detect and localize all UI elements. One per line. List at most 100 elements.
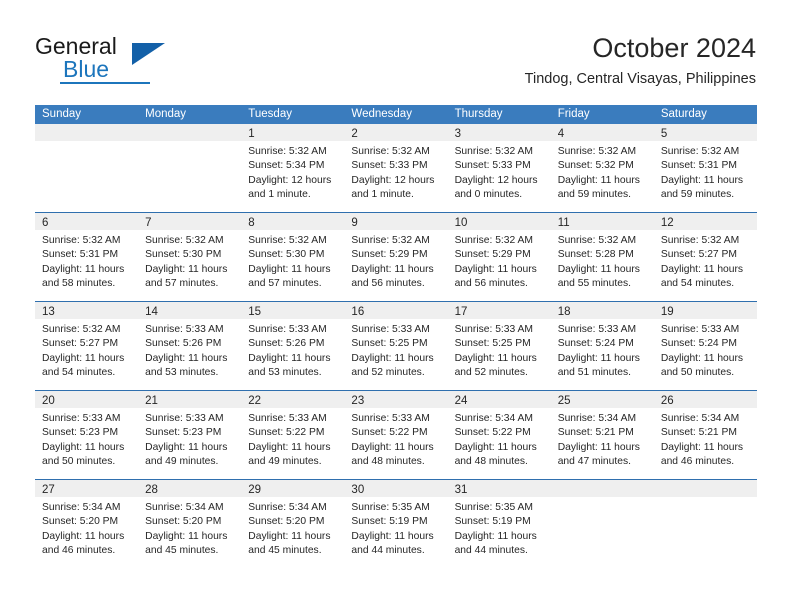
daylight-text-line2: and 56 minutes. [454, 278, 528, 290]
day-cell[interactable]: 25 Sunrise: 5:34 AM Sunset: 5:21 PM Dayligh… [550, 391, 654, 479]
day-number-band: 13 [35, 302, 139, 319]
daylight-text-line2: and 49 minutes. [145, 456, 219, 468]
day-cell[interactable]: 18 Sunrise: 5:33 AM Sunset: 5:24 PM Dayligh… [550, 302, 654, 390]
sunset-text: Sunset: 5:31 PM [660, 160, 737, 172]
daylight-text-line1: Daylight: 11 hours [557, 352, 640, 364]
daylight-text-line1: Daylight: 11 hours [557, 263, 640, 275]
day-number-band: 17 [447, 302, 551, 319]
day-cell[interactable]: 23 Sunrise: 5:33 AM Sunset: 5:22 PM Dayligh… [344, 391, 448, 479]
week-days: 27 Sunrise: 5:34 AM Sunset: 5:20 PM Dayligh… [35, 480, 757, 568]
day-details: Sunrise: 5:32 AM Sunset: 5:33 PM Daylight:… [344, 141, 447, 203]
sunrise-text: Sunrise: 5:33 AM [248, 413, 327, 424]
day-details: Sunrise: 5:33 AM Sunset: 5:23 PM Daylight:… [35, 408, 138, 470]
sunrise-text: Sunrise: 5:32 AM [351, 235, 430, 246]
sunrise-text: Sunrise: 5:33 AM [42, 413, 121, 424]
calendar-weeks: 1 Sunrise: 5:32 AM Sunset: 5:34 PM Daylight… [35, 124, 757, 568]
day-number: 3 [454, 128, 461, 140]
sunrise-text: Sunrise: 5:33 AM [351, 324, 430, 335]
day-cell[interactable]: 30 Sunrise: 5:35 AM Sunset: 5:19 PM Dayligh… [344, 480, 448, 568]
sunset-text: Sunset: 5:27 PM [42, 338, 119, 350]
day-cell[interactable]: 7 Sunrise: 5:32 AM Sunset: 5:30 PM Daylight… [138, 213, 242, 301]
sunrise-text: Sunrise: 5:32 AM [145, 235, 224, 246]
sunset-text: Sunset: 5:19 PM [454, 516, 531, 528]
day-details: Sunrise: 5:32 AM Sunset: 5:30 PM Daylight:… [241, 230, 344, 292]
day-cell[interactable]: 5 Sunrise: 5:32 AM Sunset: 5:31 PM Daylight… [653, 124, 757, 212]
sunset-text: Sunset: 5:31 PM [42, 249, 119, 261]
day-details: Sunrise: 5:32 AM Sunset: 5:34 PM Daylight:… [241, 141, 344, 203]
daylight-text-line2: and 53 minutes. [248, 367, 322, 379]
day-number-band: 2 [344, 124, 448, 141]
day-cell[interactable]: 20 Sunrise: 5:33 AM Sunset: 5:23 PM Dayligh… [35, 391, 139, 479]
day-cell[interactable]: 12 Sunrise: 5:32 AM Sunset: 5:27 PM Dayligh… [653, 213, 757, 301]
day-cell[interactable]: 3 Sunrise: 5:32 AM Sunset: 5:33 PM Daylight… [447, 124, 551, 212]
daylight-text-line1: Daylight: 11 hours [660, 174, 744, 186]
sunrise-text: Sunrise: 5:32 AM [660, 235, 740, 246]
day-cell-empty [550, 480, 654, 568]
day-cell[interactable]: 4 Sunrise: 5:32 AM Sunset: 5:32 PM Daylight… [550, 124, 654, 212]
daylight-text-line1: Daylight: 11 hours [145, 263, 228, 275]
day-cell[interactable]: 22 Sunrise: 5:33 AM Sunset: 5:22 PM Dayligh… [241, 391, 345, 479]
daylight-text-line2: and 59 minutes. [660, 189, 735, 201]
day-details: Sunrise: 5:34 AM Sunset: 5:21 PM Daylight:… [551, 408, 654, 470]
day-cell[interactable]: 11 Sunrise: 5:32 AM Sunset: 5:28 PM Dayligh… [550, 213, 654, 301]
brand-name-blue: Blue [63, 56, 110, 82]
day-cell[interactable]: 21 Sunrise: 5:33 AM Sunset: 5:23 PM Dayligh… [138, 391, 242, 479]
sunrise-text: Sunrise: 5:32 AM [42, 324, 121, 335]
daylight-text-line1: Daylight: 11 hours [557, 174, 640, 186]
weekday-header-friday: Friday [557, 108, 590, 120]
day-cell[interactable]: 9 Sunrise: 5:32 AM Sunset: 5:29 PM Daylight… [344, 213, 448, 301]
day-cell[interactable]: 1 Sunrise: 5:32 AM Sunset: 5:34 PM Daylight… [241, 124, 345, 212]
day-cell[interactable]: 8 Sunrise: 5:32 AM Sunset: 5:30 PM Daylight… [241, 213, 345, 301]
sunrise-text: Sunrise: 5:34 AM [145, 502, 224, 513]
day-cell[interactable]: 31 Sunrise: 5:35 AM Sunset: 5:19 PM Dayligh… [447, 480, 551, 568]
day-cell[interactable]: 2 Sunrise: 5:32 AM Sunset: 5:33 PM Daylight… [344, 124, 448, 212]
daylight-text-line2: and 45 minutes. [248, 545, 322, 557]
day-cell[interactable]: 26 Sunrise: 5:34 AM Sunset: 5:21 PM Dayligh… [653, 391, 757, 479]
day-number-band: 22 [241, 391, 345, 408]
triangle-logo-icon [132, 43, 165, 65]
day-number: 15 [248, 306, 262, 318]
day-cell[interactable]: 29 Sunrise: 5:34 AM Sunset: 5:20 PM Dayligh… [241, 480, 345, 568]
day-cell[interactable]: 24 Sunrise: 5:34 AM Sunset: 5:22 PM Dayligh… [447, 391, 551, 479]
daylight-text-line2: and 54 minutes. [42, 367, 116, 379]
day-number-band: 12 [653, 213, 757, 230]
day-cell[interactable]: 17 Sunrise: 5:33 AM Sunset: 5:25 PM Dayligh… [447, 302, 551, 390]
day-details: Sunrise: 5:34 AM Sunset: 5:21 PM Daylight:… [654, 408, 757, 470]
day-number: 14 [145, 306, 158, 318]
brand-logo[interactable]: General Blue [35, 33, 215, 91]
daylight-text-line1: Daylight: 12 hours [454, 174, 538, 186]
sunrise-text: Sunrise: 5:32 AM [248, 146, 327, 157]
sunset-text: Sunset: 5:32 PM [557, 160, 634, 172]
calendar-week-row: 1 Sunrise: 5:32 AM Sunset: 5:34 PM Daylight… [35, 124, 757, 212]
day-number-band: 28 [138, 480, 242, 497]
sunrise-text: Sunrise: 5:33 AM [351, 413, 430, 424]
day-cell[interactable]: 19 Sunrise: 5:33 AM Sunset: 5:24 PM Dayligh… [653, 302, 757, 390]
daylight-text-line1: Daylight: 11 hours [351, 352, 434, 364]
day-details: Sunrise: 5:33 AM Sunset: 5:25 PM Daylight:… [344, 319, 447, 381]
daylight-text-line2: and 44 minutes. [351, 545, 425, 557]
day-cell[interactable]: 10 Sunrise: 5:32 AM Sunset: 5:29 PM Dayligh… [447, 213, 551, 301]
sunset-text: Sunset: 5:23 PM [145, 427, 222, 439]
weekday-header-saturday: Saturday [660, 108, 707, 120]
day-cell[interactable]: 27 Sunrise: 5:34 AM Sunset: 5:20 PM Dayligh… [35, 480, 139, 568]
daylight-text-line1: Daylight: 11 hours [42, 352, 125, 364]
daylight-text-line1: Daylight: 11 hours [145, 352, 228, 364]
sunset-text: Sunset: 5:28 PM [557, 249, 634, 261]
sunset-text: Sunset: 5:24 PM [557, 338, 634, 350]
day-number: 26 [660, 395, 674, 407]
day-details: Sunrise: 5:32 AM Sunset: 5:29 PM Daylight:… [448, 230, 551, 292]
day-cell[interactable]: 28 Sunrise: 5:34 AM Sunset: 5:20 PM Dayligh… [138, 480, 242, 568]
day-number: 8 [248, 217, 255, 229]
day-cell[interactable]: 13 Sunrise: 5:32 AM Sunset: 5:27 PM Dayligh… [35, 302, 139, 390]
daylight-text-line2: and 52 minutes. [454, 367, 528, 379]
day-number: 4 [557, 128, 565, 140]
day-number: 10 [454, 217, 468, 229]
day-number-band: 4 [550, 124, 654, 141]
day-cell[interactable]: 6 Sunrise: 5:32 AM Sunset: 5:31 PM Daylight… [35, 213, 139, 301]
day-cell[interactable]: 16 Sunrise: 5:33 AM Sunset: 5:25 PM Dayligh… [344, 302, 448, 390]
day-cell[interactable]: 14 Sunrise: 5:33 AM Sunset: 5:26 PM Dayligh… [138, 302, 242, 390]
day-number-band: 15 [241, 302, 345, 319]
daylight-text-line1: Daylight: 11 hours [660, 263, 744, 275]
day-cell[interactable]: 15 Sunrise: 5:33 AM Sunset: 5:26 PM Dayligh… [241, 302, 345, 390]
day-details: Sunrise: 5:32 AM Sunset: 5:27 PM Daylight:… [35, 319, 138, 381]
